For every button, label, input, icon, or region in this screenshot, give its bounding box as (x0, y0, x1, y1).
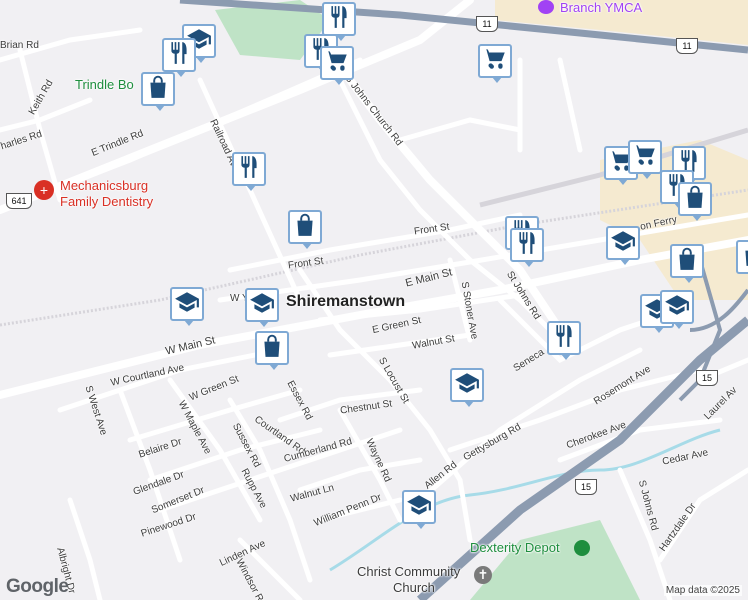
poi-church-line2[interactable]: Church (393, 580, 435, 595)
poi-branch-ymca[interactable]: Branch YMCA (560, 0, 642, 15)
marker-restaurant[interactable] (162, 38, 196, 77)
us15-shield: 15 (696, 370, 718, 386)
us11-shield: 11 (476, 16, 498, 32)
marker-restaurant[interactable] (232, 152, 266, 191)
map-attribution[interactable]: Map data ©2025 (663, 585, 742, 596)
school-icon (249, 290, 275, 321)
marker-cart[interactable] (478, 44, 512, 83)
google-logo[interactable]: Google (6, 576, 69, 598)
marker-school[interactable] (245, 288, 279, 327)
bag-icon (740, 242, 748, 273)
school-icon (610, 228, 636, 259)
marker-school[interactable] (170, 287, 204, 326)
restaurant-icon (551, 323, 577, 354)
restaurant-icon (326, 4, 352, 35)
dentist-icon: + (34, 180, 54, 200)
school-icon (664, 292, 690, 323)
restaurant-icon (236, 154, 262, 185)
poi-church-line1[interactable]: Christ Community (357, 564, 460, 579)
marker-school[interactable] (402, 490, 436, 529)
shopping-icon (574, 540, 590, 556)
cart-icon (324, 48, 350, 79)
us15-shield-south: 15 (575, 479, 597, 495)
marker-bag[interactable] (255, 331, 289, 370)
ymca-icon (538, 0, 554, 14)
marker-restaurant[interactable] (322, 2, 356, 41)
map-canvas[interactable]: Brian Rd Keith Rd harles Rd E Trindle Rd… (0, 0, 748, 600)
road-label-brian-rd: Brian Rd (0, 40, 39, 51)
marker-bag[interactable] (678, 182, 712, 221)
route641-shield: 641 (6, 193, 32, 209)
poi-dexterity-depot[interactable]: Dexterity Depot (470, 540, 560, 555)
marker-bag[interactable] (288, 210, 322, 249)
marker-restaurant[interactable] (547, 321, 581, 360)
marker-bag[interactable] (736, 240, 748, 274)
bag-icon (674, 246, 700, 277)
marker-restaurant[interactable] (510, 228, 544, 267)
cart-icon (482, 46, 508, 77)
church-icon: ✝ (474, 566, 492, 584)
school-icon (174, 289, 200, 320)
bag-icon (682, 184, 708, 215)
town-label: Shiremanstown (286, 293, 406, 310)
school-icon (406, 492, 432, 523)
marker-school[interactable] (606, 226, 640, 265)
poi-trindle-bowl[interactable]: Trindle Bo (75, 77, 134, 92)
marker-cart[interactable] (320, 46, 354, 85)
bag-icon (145, 74, 171, 105)
marker-bag[interactable] (141, 72, 175, 111)
us11-shield-east: 11 (676, 38, 698, 54)
marker-school[interactable] (660, 290, 694, 329)
bag-icon (292, 212, 318, 243)
poi-dentistry-line2[interactable]: Family Dentistry (60, 194, 153, 209)
restaurant-icon (514, 230, 540, 261)
cart-icon (632, 142, 658, 173)
poi-dentistry-line1[interactable]: Mechanicsburg (60, 178, 148, 193)
restaurant-icon (166, 40, 192, 71)
bag-icon (259, 333, 285, 364)
school-icon (454, 370, 480, 401)
marker-bag[interactable] (670, 244, 704, 283)
marker-school[interactable] (450, 368, 484, 407)
marker-cart[interactable] (628, 140, 662, 179)
